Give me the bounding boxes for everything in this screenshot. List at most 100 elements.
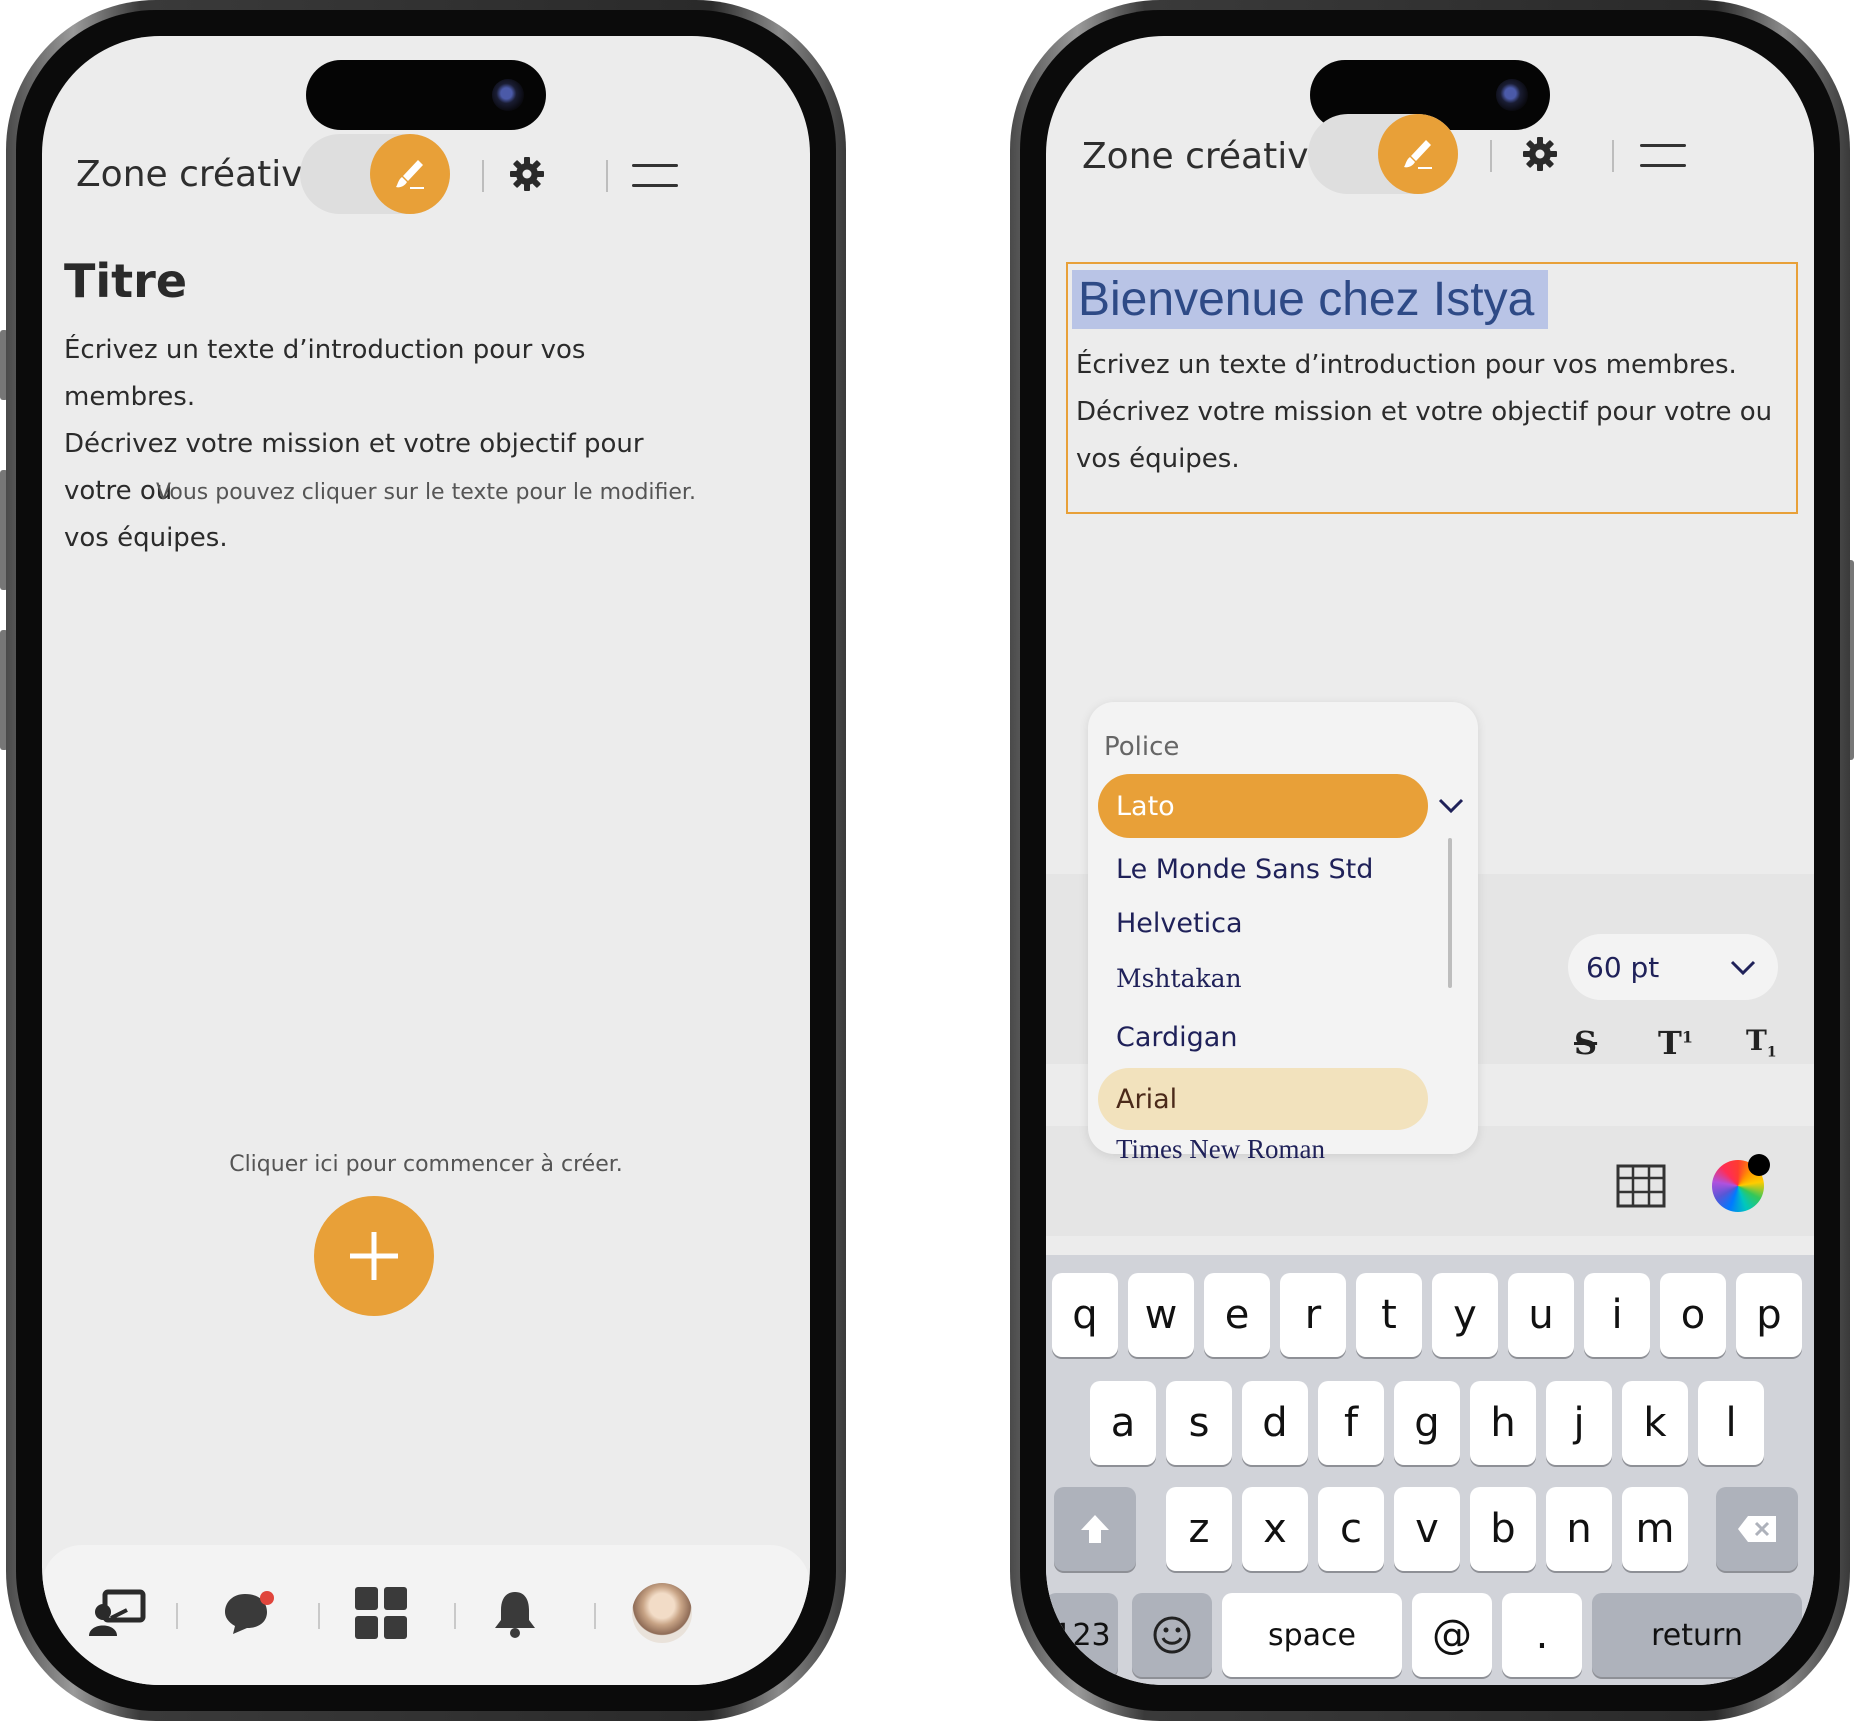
key-j[interactable]: j (1546, 1381, 1612, 1465)
key-i[interactable]: i (1584, 1273, 1650, 1357)
key-l[interactable]: l (1698, 1381, 1764, 1465)
dropdown-scrollbar[interactable] (1448, 838, 1452, 988)
key-n[interactable]: n (1546, 1487, 1612, 1571)
header-divider (482, 160, 484, 192)
nav-divider (176, 1603, 178, 1629)
font-option-highlighted[interactable]: Arial (1098, 1068, 1428, 1130)
chevron-down-icon (1730, 960, 1756, 976)
color-wheel-icon[interactable] (1712, 1154, 1770, 1212)
table-icon[interactable] (1616, 1164, 1666, 1208)
bottom-navigation (42, 1545, 810, 1685)
add-content-button[interactable] (314, 1196, 434, 1316)
intro-text[interactable]: Écrivez un texte d’introduction pour vos… (64, 327, 704, 562)
font-label: Police (1104, 732, 1180, 762)
nav-item-presentation[interactable] (82, 1583, 152, 1643)
numbers-key[interactable]: 123 (1046, 1593, 1118, 1677)
font-option[interactable]: Mshtakan (1116, 964, 1242, 993)
at-key[interactable]: @ (1412, 1593, 1492, 1677)
key-r[interactable]: r (1280, 1273, 1346, 1357)
key-f[interactable]: f (1318, 1381, 1384, 1465)
hamburger-menu-icon[interactable] (632, 164, 678, 190)
header-divider (1612, 140, 1614, 172)
edit-mode-knob[interactable] (1378, 114, 1458, 194)
dynamic-island (306, 60, 546, 130)
key-x[interactable]: x (1242, 1487, 1308, 1571)
font-size-select[interactable]: 60 pt (1568, 934, 1778, 1000)
key-g[interactable]: g (1394, 1381, 1460, 1465)
font-family-dropdown[interactable]: Police Lato Le Monde Sans Std Helvetica … (1088, 702, 1478, 1164)
key-y[interactable]: y (1432, 1273, 1498, 1357)
key-p[interactable]: p (1736, 1273, 1802, 1357)
backspace-key[interactable] (1716, 1487, 1798, 1571)
edit-mode-toggle[interactable] (300, 134, 450, 214)
font-option[interactable]: Times New Roman (1116, 1134, 1325, 1165)
font-option[interactable]: Cardigan (1116, 1022, 1237, 1053)
gear-icon[interactable] (507, 154, 547, 194)
apps-grid-icon (355, 1587, 407, 1639)
chevron-down-icon[interactable] (1438, 798, 1464, 814)
key-w[interactable]: w (1128, 1273, 1194, 1357)
intro-text[interactable]: Écrivez un texte d’introduction pour vos… (1076, 342, 1786, 483)
key-e[interactable]: e (1204, 1273, 1270, 1357)
header-divider (606, 160, 608, 192)
shift-icon (1081, 1515, 1109, 1543)
edit-mode-toggle[interactable] (1308, 114, 1458, 194)
nav-divider (454, 1603, 456, 1629)
key-h[interactable]: h (1470, 1381, 1536, 1465)
hamburger-menu-icon[interactable] (1640, 144, 1686, 170)
key-k[interactable]: k (1622, 1381, 1688, 1465)
key-a[interactable]: a (1090, 1381, 1156, 1465)
nav-item-messages[interactable] (214, 1583, 284, 1643)
nav-divider (594, 1603, 596, 1629)
chat-bubble-icon (225, 1591, 274, 1634)
key-t[interactable]: t (1356, 1273, 1422, 1357)
right-screen: Zone créative Bienvenue chez Istya Écriv… (1046, 36, 1814, 1685)
nav-item-profile[interactable] (630, 1583, 694, 1643)
emoji-key[interactable] (1132, 1593, 1212, 1677)
superscript-button[interactable]: T1 (1658, 1024, 1693, 1062)
gear-icon[interactable] (1520, 134, 1560, 174)
font-size-value: 60 pt (1586, 950, 1660, 984)
key-o[interactable]: o (1660, 1273, 1726, 1357)
selected-title-text[interactable]: Bienvenue chez Istya (1072, 270, 1549, 329)
key-m[interactable]: m (1622, 1487, 1688, 1571)
return-key[interactable]: return (1592, 1593, 1802, 1677)
emoji-icon (1153, 1616, 1191, 1654)
nav-divider (318, 1603, 320, 1629)
key-s[interactable]: s (1166, 1381, 1232, 1465)
nav-item-notifications[interactable] (480, 1583, 550, 1643)
font-option[interactable]: Le Monde Sans Std (1116, 854, 1373, 885)
intro-line: Écrivez un texte d’introduction pour vos… (1076, 350, 1737, 380)
subscript-button[interactable]: T1 (1746, 1024, 1777, 1061)
page-header-title: Zone créative (76, 154, 325, 195)
brush-icon (396, 160, 424, 189)
key-c[interactable]: c (1318, 1487, 1384, 1571)
intro-line: Écrivez un texte d’introduction pour vos… (64, 335, 586, 412)
strikethrough-button[interactable]: S (1574, 1024, 1597, 1062)
font-selected-value[interactable]: Lato (1098, 774, 1428, 838)
nav-item-apps[interactable] (346, 1583, 416, 1643)
font-option[interactable]: Helvetica (1116, 908, 1242, 939)
key-z[interactable]: z (1166, 1487, 1232, 1571)
header-divider (1490, 140, 1492, 172)
right-phone-frame: Zone créative Bienvenue chez Istya Écriv… (1010, 0, 1850, 1721)
intro-line: vos équipes. (1076, 444, 1240, 474)
bell-icon (495, 1592, 535, 1638)
key-q[interactable]: q (1052, 1273, 1118, 1357)
page-title[interactable]: Titre (64, 254, 187, 308)
edit-mode-knob[interactable] (370, 134, 450, 214)
plus-icon (350, 1232, 398, 1280)
key-d[interactable]: d (1242, 1381, 1308, 1465)
backspace-icon (1738, 1516, 1776, 1542)
brush-icon (1404, 140, 1432, 169)
shift-key[interactable] (1054, 1487, 1136, 1571)
key-v[interactable]: v (1394, 1487, 1460, 1571)
presentation-icon (89, 1589, 146, 1636)
key-b[interactable]: b (1470, 1487, 1536, 1571)
notification-badge (260, 1591, 274, 1605)
intro-line: vos équipes. (64, 523, 228, 553)
on-screen-keyboard: qwertyuiop asdfghjkl zxcvbnm 123 space @ .… (1046, 1255, 1814, 1685)
space-key[interactable]: space (1222, 1593, 1402, 1677)
period-key[interactable]: . (1502, 1593, 1582, 1677)
key-u[interactable]: u (1508, 1273, 1574, 1357)
